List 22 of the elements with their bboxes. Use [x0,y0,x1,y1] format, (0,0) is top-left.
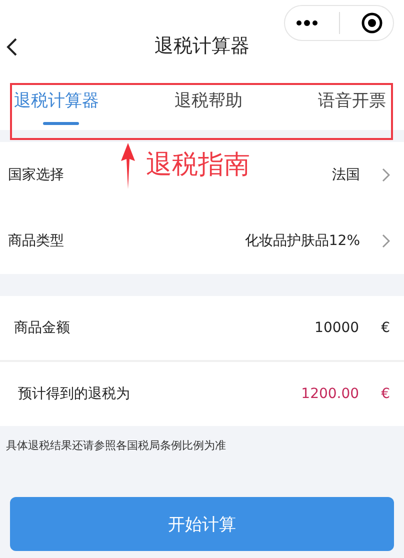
page-title: 退税计算器 [154,34,250,59]
row-label: 商品类型 [8,232,65,250]
more-icon[interactable] [296,20,318,26]
tab[interactable]: 语音开票 [318,88,386,114]
tab[interactable]: 退税帮助 [174,88,242,114]
chevron-icon [382,234,390,248]
close-icon[interactable] [360,12,382,34]
amount-field[interactable]: 10000 [314,320,360,336]
note-text: 具体退税结果还请参照各国税局条例比例为准 [6,438,227,453]
annotation-text: 退税指南 [146,149,250,182]
row-label: 预计得到的退税为 [17,385,131,403]
tab-indicator [43,122,79,125]
row-label: 国家选择 [8,166,65,184]
row-value: 法国 [332,166,360,184]
back-icon[interactable] [6,37,18,57]
currency-unit: € [381,320,390,336]
refund-value: 1200.00 [301,386,360,402]
chevron-icon [382,168,390,182]
row-label: 商品金额 [14,319,71,337]
tab[interactable]: 退税计算器 [14,88,99,114]
currency-unit: € [381,386,390,402]
row-value: 化妆品护肤品12% [244,232,360,250]
